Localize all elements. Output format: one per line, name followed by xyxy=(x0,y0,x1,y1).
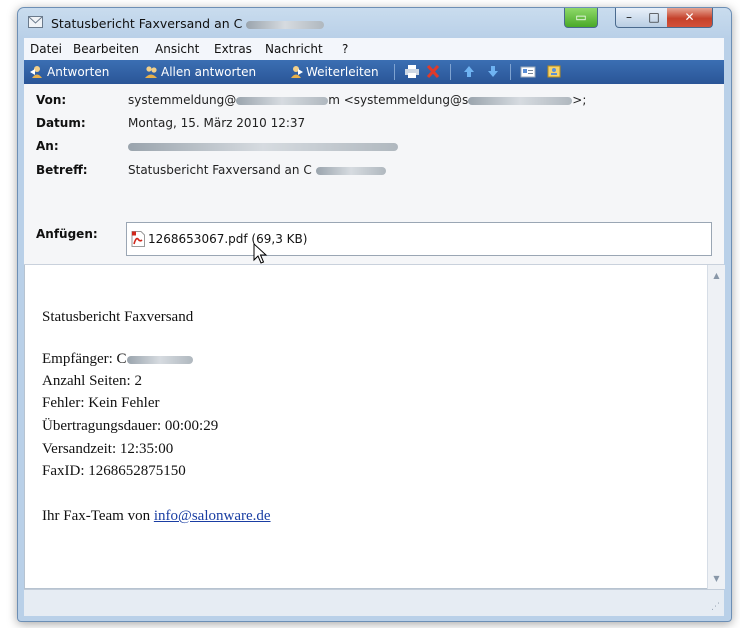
reply-all-label: Allen antworten xyxy=(161,65,257,79)
restore-icon: ▭ xyxy=(575,10,587,24)
subject-value: Statusbericht Faxversand an C xyxy=(128,163,386,177)
vertical-scrollbar[interactable]: ▲ ▼ xyxy=(707,265,725,589)
body-duration: Übertragungsdauer: 00:00:29 xyxy=(42,418,219,434)
reply-label: Antworten xyxy=(47,65,110,79)
from-label: Von: xyxy=(36,93,67,107)
minimize-button[interactable]: – xyxy=(615,8,643,28)
date-label: Datum: xyxy=(36,116,86,130)
envelope-icon xyxy=(28,16,43,28)
contacts-book-icon xyxy=(547,65,561,78)
window-title: Statusbericht Faxversand an C xyxy=(51,16,325,31)
resize-grip-icon[interactable]: ⋰ xyxy=(711,602,720,612)
reply-all-persons-icon xyxy=(145,66,157,78)
pdf-file-icon xyxy=(131,231,145,247)
body-recipient: Empfänger: C xyxy=(42,351,193,368)
mail-window: Statusbericht Faxversand an C ▭ – □ ✕ Da… xyxy=(17,7,732,622)
body-send-time: Versandzeit: 12:35:00 xyxy=(42,441,174,457)
maximize-button[interactable]: □ xyxy=(641,8,668,28)
reply-person-icon xyxy=(30,66,42,78)
arrow-down-icon xyxy=(488,66,498,77)
toolbar-separator xyxy=(510,64,511,80)
contacts-button[interactable] xyxy=(546,64,565,80)
toolbar-separator xyxy=(450,64,451,80)
status-bar: ⋰ xyxy=(24,589,724,616)
address-card-icon xyxy=(520,66,536,78)
forward-person-icon xyxy=(291,66,303,78)
title-bar[interactable]: Statusbericht Faxversand an C ▭ – □ ✕ xyxy=(18,8,731,38)
scroll-up-icon[interactable]: ▲ xyxy=(708,267,725,284)
menu-bearbeiten[interactable]: Bearbeiten xyxy=(73,42,139,56)
scroll-down-icon[interactable]: ▼ xyxy=(708,570,725,587)
body-signature: Ihr Fax-Team von info@salonware.de xyxy=(42,508,271,524)
email-link[interactable]: info@salonware.de xyxy=(154,508,271,524)
body-fax-id: FaxID: 1268652875150 xyxy=(42,463,186,479)
body-error: Fehler: Kein Fehler xyxy=(42,395,160,411)
print-button[interactable] xyxy=(404,64,423,80)
to-label: An: xyxy=(36,139,59,153)
toolbar-separator xyxy=(394,64,395,80)
message-header: Von: systemmeldung@ m <systemmeldung@s >; … xyxy=(24,84,724,265)
menu-help[interactable]: ? xyxy=(342,42,348,56)
printer-icon xyxy=(405,65,419,78)
attach-label: Anfügen: xyxy=(36,227,98,241)
body-pages: Anzahl Seiten: 2 xyxy=(42,373,142,389)
from-value[interactable]: systemmeldung@ m <systemmeldung@s >; xyxy=(128,93,586,107)
restore-button[interactable]: ▭ xyxy=(564,8,598,28)
addresses-button[interactable] xyxy=(520,64,539,80)
red-x-delete-icon xyxy=(426,65,440,78)
close-icon: ✕ xyxy=(684,10,695,24)
forward-button[interactable]: Weiterleiten xyxy=(289,64,379,80)
delete-button[interactable] xyxy=(426,64,443,80)
menu-extras[interactable]: Extras xyxy=(214,42,252,56)
close-button[interactable]: ✕ xyxy=(667,8,713,28)
reply-all-button[interactable]: Allen antworten xyxy=(144,64,256,80)
body-heading: Statusbericht Faxversand xyxy=(42,309,194,325)
mouse-cursor-icon xyxy=(253,243,268,264)
date-value: Montag, 15. März 2010 12:37 xyxy=(128,116,306,130)
menu-ansicht[interactable]: Ansicht xyxy=(155,42,199,56)
subject-label: Betreff: xyxy=(36,163,88,177)
next-button[interactable] xyxy=(486,64,503,80)
forward-label: Weiterleiten xyxy=(306,65,379,79)
attachment-box: 1268653067.pdf (69,3 KB) xyxy=(126,222,712,264)
message-body[interactable]: Statusbericht Faxversand Empfänger: C An… xyxy=(24,265,709,589)
to-value[interactable] xyxy=(128,139,398,153)
reply-button[interactable]: Antworten xyxy=(30,64,109,80)
toolbar: Antworten Allen antworten Weiterleiten xyxy=(24,60,724,84)
menu-datei[interactable]: Datei xyxy=(30,42,62,56)
arrow-up-icon xyxy=(464,66,474,77)
previous-button[interactable] xyxy=(462,64,479,80)
menu-nachricht[interactable]: Nachricht xyxy=(265,42,323,56)
menu-bar: Datei Bearbeiten Ansicht Extras Nachrich… xyxy=(24,38,724,61)
maximize-icon: □ xyxy=(648,10,660,24)
minimize-icon: – xyxy=(626,10,632,24)
attachment-file[interactable]: 1268653067.pdf (69,3 KB) xyxy=(148,232,307,246)
